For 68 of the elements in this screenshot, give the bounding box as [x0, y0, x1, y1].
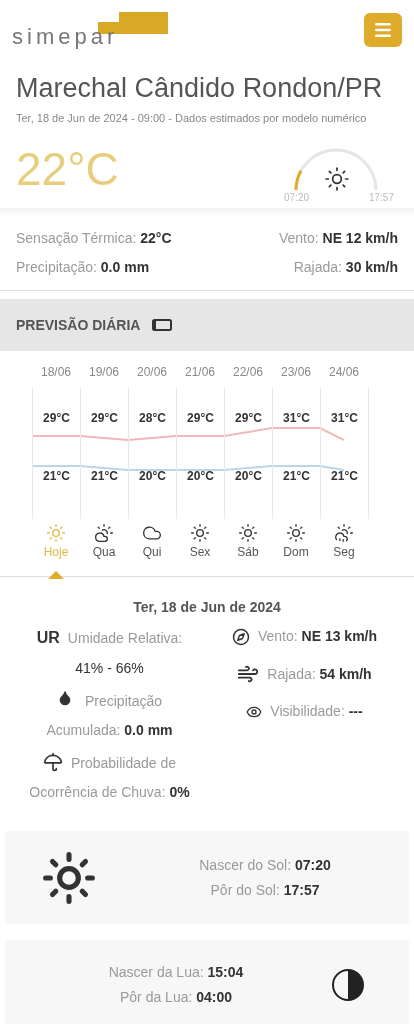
min-temperature: 20°C: [235, 468, 262, 486]
half-moon-icon: [331, 968, 365, 1003]
info-text: Pôr da Lua: 04:00: [119, 988, 233, 1008]
max-temperature: 29°C: [43, 410, 70, 428]
max-temperature: 29°C: [235, 410, 262, 428]
info-text: Rajada: 54 km/h: [267, 664, 372, 684]
info-text: Rajada: 30 km/h: [292, 258, 398, 278]
max-temperature: 29°C: [187, 410, 214, 428]
menu-icon: [373, 20, 393, 40]
info-text: Acumulada: 0.0 mm: [46, 721, 173, 741]
forecast-day-tab[interactable]: Qua: [92, 519, 116, 570]
max-temperature: 28°C: [139, 410, 166, 428]
min-temperature: 20°C: [139, 468, 166, 486]
min-temperature: 21°C: [331, 468, 358, 486]
details-date: Ter, 18 de Jun de 2024: [132, 598, 282, 618]
min-temperature: 20°C: [187, 468, 214, 486]
forecast-date: 18/06: [41, 364, 71, 382]
forecast-day-tab[interactable]: Qui: [142, 519, 162, 570]
sunset-time: 17:57: [368, 191, 394, 206]
info-text: Precipitação: 0.0 mm: [16, 258, 151, 278]
info-text: Nascer do Sol: 07:20: [199, 855, 331, 875]
sun-icon: [238, 523, 258, 544]
info-text: Vento: NE 12 km/h: [277, 229, 398, 249]
info-text: Sensação Térmica: 22°C: [16, 229, 173, 249]
info-text: Nascer da Lua: 15:04: [108, 963, 244, 983]
phone-rotate-icon: [152, 319, 173, 332]
forecast-day-tab[interactable]: Sex: [189, 519, 211, 570]
info-text: Ocorrência de Chuva: 0%: [29, 783, 190, 803]
max-temperature: 31°C: [331, 410, 358, 428]
rain-cloud-icon: [334, 523, 354, 544]
sun-icon: [324, 166, 350, 193]
forecast-day-tab[interactable]: Sáb: [237, 519, 259, 570]
forecast-date: 19/06: [89, 364, 119, 382]
sun-icon: [46, 523, 66, 544]
forecast-date: 20/06: [137, 364, 167, 382]
sun-icon: [41, 849, 97, 906]
humidity-abbreviation: UR: [36, 628, 60, 649]
min-temperature: 21°C: [43, 468, 70, 486]
info-text: Vento: NE 13 km/h: [257, 627, 378, 647]
sunrise-time: 07:20: [284, 191, 310, 206]
forecast-date: 21/06: [185, 364, 215, 382]
humidity-label: Umidade Relativa:: [67, 628, 183, 648]
info-text: Visibilidade: ---: [270, 702, 363, 722]
current-temperature: 22°C: [16, 141, 119, 197]
location-title: Marechal Cândido Rondon/PR: [16, 72, 384, 105]
min-temperature: 21°C: [91, 468, 118, 486]
max-temperature: 31°C: [283, 410, 310, 428]
info-text: Pôr do Sol: 17:57: [210, 880, 320, 900]
compass-icon: [231, 627, 250, 646]
umbrella-icon: [42, 751, 63, 772]
menu-button[interactable]: [364, 13, 402, 47]
forecast-date: 23/06: [281, 364, 311, 382]
forecast-date: 24/06: [329, 364, 359, 382]
location-subtitle: Ter, 18 de Jun de 2024 - 09:00 - Dados estimados por modelo numérico: [16, 110, 368, 126]
min-temperature: 21°C: [283, 468, 310, 486]
cloud-sun-icon: [94, 523, 114, 544]
logo[interactable]: simepar: [12, 12, 168, 48]
forecast-day-tab[interactable]: Seg: [333, 519, 355, 570]
selected-pointer-icon: [48, 571, 64, 580]
precipitation-title: Precipitação: [84, 692, 162, 712]
forecast-day-tab[interactable]: Dom: [283, 519, 309, 570]
rain-probability-title: Probabilidade de: [70, 754, 177, 774]
forecast-date: 22/06: [233, 364, 263, 382]
sun-icon: [190, 523, 210, 544]
max-temperature: 29°C: [91, 410, 118, 428]
section-title: PREVISÃO DIÁRIA: [16, 315, 141, 335]
humidity-value: 41% - 66%: [75, 659, 144, 679]
sun-icon: [286, 523, 306, 544]
